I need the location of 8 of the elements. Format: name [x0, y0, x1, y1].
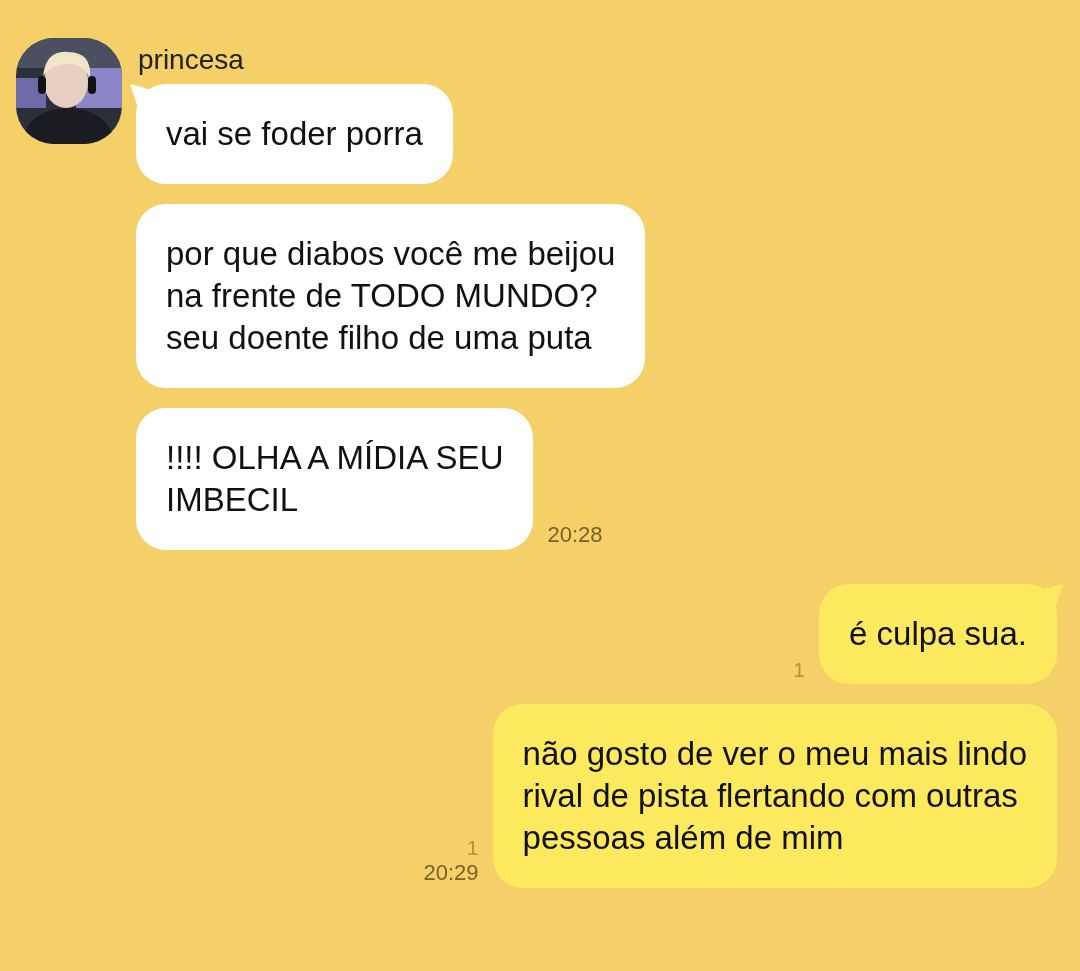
message-bubble: não gosto de ver o meu mais lindo rival de pista flertando com outras pessoas além de mim — [492, 704, 1057, 888]
unread-count: 1 — [466, 836, 479, 860]
message-time: 20:29 — [423, 860, 479, 886]
message-bubble: por que diabos você me beijou na frente de TODO MUNDO? seu doente filho de uma puta — [136, 204, 646, 388]
sender-name: princesa — [138, 44, 244, 76]
message-bubble: !!!! OLHA A MÍDIA SEU IMBECIL — [136, 408, 534, 550]
message-time: 20:28 — [547, 522, 603, 548]
unread-count: 1 — [793, 658, 806, 682]
